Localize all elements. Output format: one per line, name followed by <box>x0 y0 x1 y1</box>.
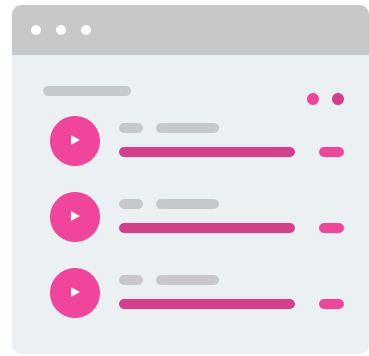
track-number-placeholder <box>119 275 143 285</box>
play-icon <box>71 287 80 297</box>
window-dot-icon[interactable] <box>56 25 66 35</box>
play-button[interactable] <box>50 192 100 242</box>
track-progress-bar[interactable] <box>119 223 295 233</box>
track-number-placeholder <box>119 123 143 133</box>
track-title-placeholder <box>156 199 219 209</box>
track-row <box>12 268 369 328</box>
track-progress-bar[interactable] <box>119 299 295 309</box>
track-row <box>12 192 369 252</box>
play-button[interactable] <box>50 116 100 166</box>
window-dot-icon[interactable] <box>81 25 91 35</box>
title-bar <box>12 5 369 55</box>
track-duration-placeholder <box>319 223 344 233</box>
more-dot-icon <box>332 93 344 105</box>
playlist-title-placeholder <box>43 86 131 96</box>
track-row <box>12 116 369 176</box>
more-dot-icon <box>307 93 319 105</box>
track-duration-placeholder <box>319 147 344 157</box>
app-window <box>12 5 369 354</box>
track-title-placeholder <box>156 123 219 133</box>
track-number-placeholder <box>119 199 143 209</box>
window-dot-icon[interactable] <box>31 25 41 35</box>
play-icon <box>71 211 80 221</box>
track-duration-placeholder <box>319 299 344 309</box>
play-button[interactable] <box>50 268 100 318</box>
play-icon <box>71 135 80 145</box>
track-progress-bar[interactable] <box>119 147 295 157</box>
track-title-placeholder <box>156 275 219 285</box>
